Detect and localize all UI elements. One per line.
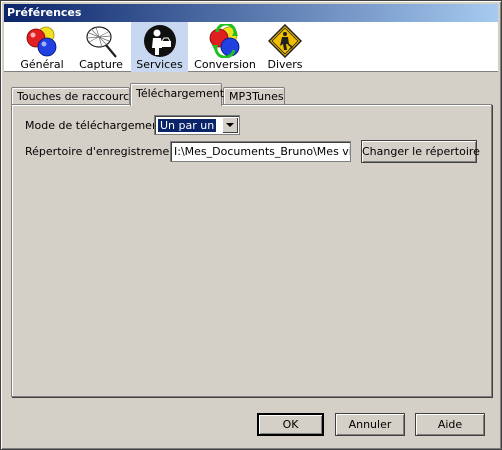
- toolbar-label-conversion: Conversion: [194, 58, 256, 71]
- help-button[interactable]: Aide: [415, 413, 485, 436]
- tab-label: Téléchargement: [136, 87, 225, 100]
- cancel-button[interactable]: Annuler: [335, 413, 405, 436]
- dropdown-arrow-icon[interactable]: [222, 117, 238, 133]
- save-directory-input[interactable]: I:\Mes_Documents_Bruno\Mes vidéo: [170, 141, 351, 162]
- preferences-window: Préférences Général Capture Services Con…: [0, 0, 502, 450]
- save-directory-label: Répertoire d'enregistrement: [25, 145, 181, 158]
- toolbar-label-general: Général: [20, 58, 64, 71]
- toolbar-label-divers: Divers: [267, 58, 303, 71]
- general-icon: [26, 26, 57, 57]
- download-mode-select[interactable]: Un par un: [154, 115, 240, 135]
- toolbar-label-capture: Capture: [79, 58, 123, 71]
- capture-net-icon: [86, 26, 117, 58]
- tab-label: MP3Tunes: [229, 90, 284, 103]
- download-mode-label: Mode de téléchargement: [25, 119, 164, 132]
- tab-telechargement[interactable]: Téléchargement: [130, 83, 225, 106]
- title-bar[interactable]: Préférences: [4, 4, 498, 22]
- toolbar-item-capture[interactable]: Capture: [74, 22, 128, 72]
- divers-icon: [268, 24, 302, 58]
- change-directory-button[interactable]: Changer le répertoire: [361, 140, 480, 163]
- toolbar-item-conversion[interactable]: Conversion: [194, 22, 256, 72]
- ok-button[interactable]: OK: [257, 413, 324, 436]
- window-title: Préférences: [7, 6, 82, 19]
- tab-label: Touches de raccourcis: [17, 90, 138, 103]
- toolbar-item-general[interactable]: Général: [14, 22, 70, 72]
- conversion-icon: [209, 24, 240, 58]
- category-toolbar: Général Capture Services Conversion Dive…: [4, 22, 498, 72]
- download-mode-value: Un par un: [158, 119, 217, 132]
- services-icon: [143, 25, 176, 57]
- toolbar-label-services: Services: [136, 58, 183, 71]
- toolbar-item-divers[interactable]: Divers: [262, 22, 308, 72]
- toolbar-item-services[interactable]: Services: [131, 22, 188, 72]
